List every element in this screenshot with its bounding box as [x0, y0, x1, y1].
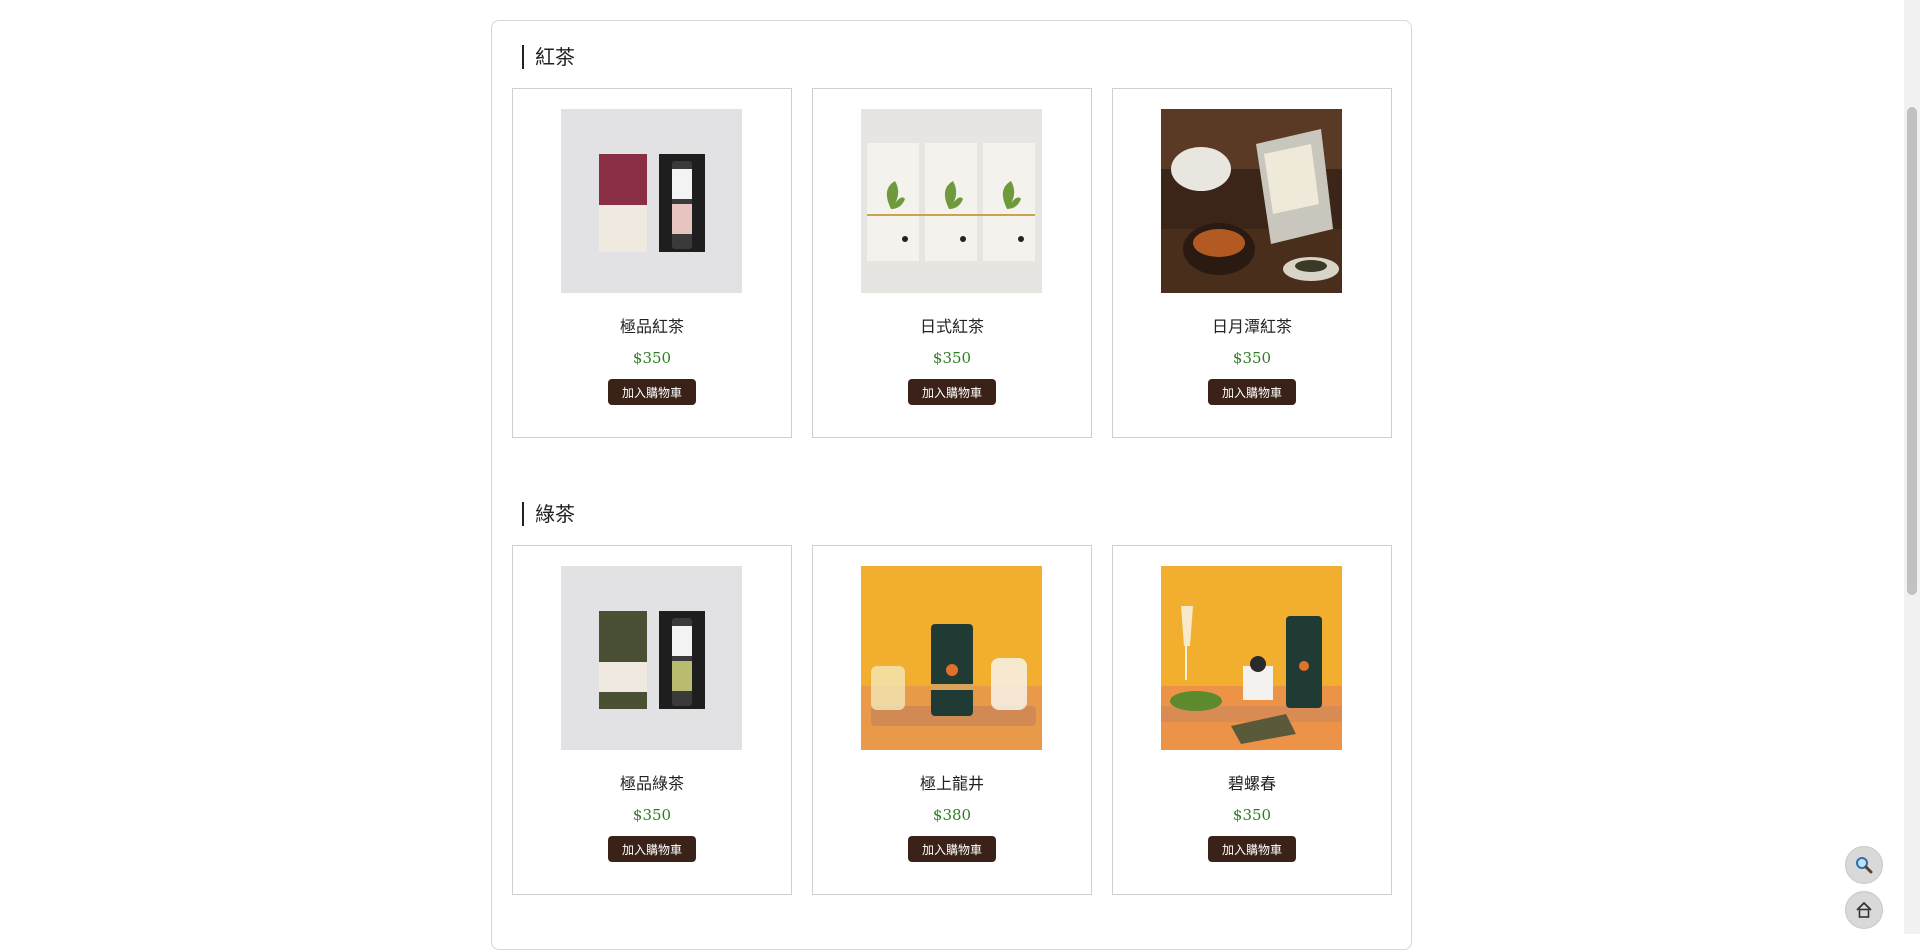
product-price: $380	[932, 806, 972, 824]
add-to-cart-button[interactable]: 加入購物車	[608, 379, 696, 405]
product-card[interactable]: 極上龍井 $380 加入購物車	[812, 545, 1092, 895]
product-grid-green-tea: 極品綠茶 $350 加入購物車 極上龍井 $380 加入購物車 碧螺春 $350…	[512, 545, 1392, 895]
add-to-cart-button[interactable]: 加入購物車	[908, 836, 996, 862]
add-to-cart-button[interactable]: 加入購物車	[1208, 836, 1296, 862]
home-button[interactable]	[1845, 891, 1883, 929]
product-price: $350	[1232, 349, 1272, 367]
search-button[interactable]	[1845, 846, 1883, 884]
product-grid-black-tea: 極品紅茶 $350 加入購物車 日式紅茶 $350 加入購物車 日月潭紅茶 $3…	[512, 88, 1392, 438]
section-title-black-tea: 紅茶	[522, 45, 575, 69]
product-price: $350	[632, 806, 672, 824]
product-price: $350	[632, 349, 672, 367]
product-price: $350	[932, 349, 972, 367]
product-name[interactable]: 極品綠茶	[513, 770, 791, 794]
product-name[interactable]: 日式紅茶	[813, 313, 1091, 337]
product-image[interactable]	[561, 109, 742, 293]
product-card[interactable]: 碧螺春 $350 加入購物車	[1112, 545, 1392, 895]
product-price: $350	[1232, 806, 1272, 824]
add-to-cart-button[interactable]: 加入購物車	[1208, 379, 1296, 405]
product-image[interactable]	[561, 566, 742, 750]
product-name[interactable]: 極上龍井	[813, 770, 1091, 794]
product-name[interactable]: 極品紅茶	[513, 313, 791, 337]
product-image[interactable]	[1161, 109, 1342, 293]
product-name[interactable]: 碧螺春	[1113, 770, 1391, 794]
search-icon	[1856, 857, 1873, 874]
product-image[interactable]	[1161, 566, 1342, 750]
product-card[interactable]: 日月潭紅茶 $350 加入購物車	[1112, 88, 1392, 438]
product-card[interactable]: 日式紅茶 $350 加入購物車	[812, 88, 1092, 438]
add-to-cart-button[interactable]: 加入購物車	[608, 836, 696, 862]
product-card[interactable]: 極品紅茶 $350 加入購物車	[512, 88, 792, 438]
product-image[interactable]	[861, 109, 1042, 293]
product-image[interactable]	[861, 566, 1042, 750]
home-icon	[1856, 901, 1872, 918]
page-scrollbar[interactable]	[1904, 0, 1920, 934]
add-to-cart-button[interactable]: 加入購物車	[908, 379, 996, 405]
product-panel: 紅茶 極品紅茶 $350 加入購物車 日式紅茶 $350 加入購物車 日月潭紅茶…	[491, 20, 1412, 950]
section-title-green-tea: 綠茶	[522, 502, 575, 526]
product-name[interactable]: 日月潭紅茶	[1113, 313, 1391, 337]
product-card[interactable]: 極品綠茶 $350 加入購物車	[512, 545, 792, 895]
scrollbar-thumb[interactable]	[1907, 107, 1917, 595]
